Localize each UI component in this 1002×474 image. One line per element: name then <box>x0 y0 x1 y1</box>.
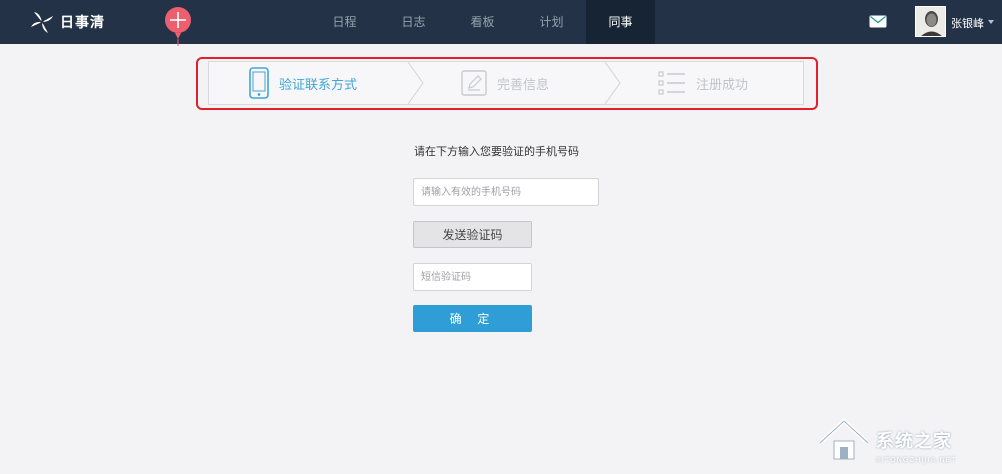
chevron-right-icon <box>604 62 621 104</box>
user-avatar-icon <box>916 7 945 36</box>
step-label-complete-info: 完善信息 <box>497 77 550 93</box>
nav-item-board[interactable]: 看板 <box>448 0 517 44</box>
top-bar: 日事清 日程 日志 看板 计划 同事 张银峰 <box>0 0 1002 46</box>
watermark-text: 系统之家 <box>876 431 952 452</box>
house-logo-icon <box>818 418 870 460</box>
registration-steps: 验证联系方式 完善信息 注册成功 <box>208 61 804 105</box>
main-nav: 日程 日志 看板 计划 同事 <box>310 0 655 44</box>
step-complete-info: 完善信息 <box>461 62 549 104</box>
logo-text: 日事清 <box>60 15 105 31</box>
nav-item-schedule[interactable]: 日程 <box>310 0 379 44</box>
avatar[interactable] <box>915 6 946 37</box>
instruction-text: 请在下方输入您要验证的手机号码 <box>414 145 579 158</box>
phone-input[interactable] <box>413 178 599 206</box>
edit-icon <box>461 70 487 96</box>
phone-icon <box>249 67 269 99</box>
step-label-verify-contact: 验证联系方式 <box>279 77 358 93</box>
user-name[interactable]: 张银峰 <box>951 15 984 31</box>
caret-down-icon[interactable] <box>988 20 994 24</box>
list-icon <box>658 71 685 95</box>
pinwheel-logo-icon <box>31 12 53 33</box>
step-label-registration-success: 注册成功 <box>696 77 749 93</box>
logo[interactable]: 日事清 <box>28 9 105 35</box>
watermark-subtext: XITONGZHIJIA.NET <box>876 456 957 464</box>
send-code-button[interactable]: 发送验证码 <box>413 221 532 248</box>
confirm-button[interactable]: 确 定 <box>413 305 532 332</box>
add-balloon-icon[interactable] <box>162 6 194 46</box>
step-verify-contact: 验证联系方式 <box>249 62 357 104</box>
nav-item-log[interactable]: 日志 <box>379 0 448 44</box>
nav-item-colleagues[interactable]: 同事 <box>586 0 655 44</box>
step-registration-success: 注册成功 <box>658 62 748 104</box>
chevron-right-icon <box>407 62 424 104</box>
nav-item-plan[interactable]: 计划 <box>517 0 586 44</box>
sms-code-input[interactable] <box>413 263 532 291</box>
mail-icon[interactable] <box>869 15 887 28</box>
